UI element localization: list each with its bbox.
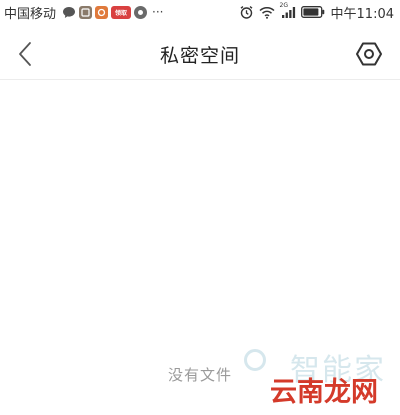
status-bar: 中国移动 领取 ··· 2G 中午11:04 bbox=[0, 0, 400, 24]
carrier-label: 中国移动 bbox=[4, 6, 57, 22]
settings-button[interactable] bbox=[354, 39, 384, 69]
app-header: 私密空间 bbox=[0, 28, 400, 80]
status-bar-left: 中国移动 领取 ··· bbox=[4, 0, 163, 24]
watermark-logo-icon bbox=[244, 349, 266, 371]
app-icon bbox=[95, 5, 109, 19]
wifi-icon bbox=[259, 6, 275, 19]
hexagon-settings-icon bbox=[356, 42, 382, 66]
page-title: 私密空间 bbox=[159, 45, 240, 67]
app-badge-icon: 领取 bbox=[111, 5, 132, 19]
network-type-label: 2G bbox=[279, 2, 288, 9]
alarm-icon bbox=[239, 5, 254, 20]
watermark: 智能家 云南龙网 bbox=[242, 345, 392, 409]
battery-icon bbox=[300, 6, 325, 18]
more-notifications-icon: ··· bbox=[152, 5, 164, 19]
status-bar-right: 2G 中午11:04 bbox=[234, 0, 394, 24]
clock-time: 中午11:04 bbox=[330, 6, 394, 22]
watermark-bottom-text: 云南龙网 bbox=[270, 377, 378, 408]
cellular-signal-icon: 2G bbox=[279, 2, 296, 19]
chat-bubble-icon bbox=[62, 6, 76, 19]
app-icon bbox=[134, 5, 148, 19]
app-icon bbox=[79, 5, 93, 19]
